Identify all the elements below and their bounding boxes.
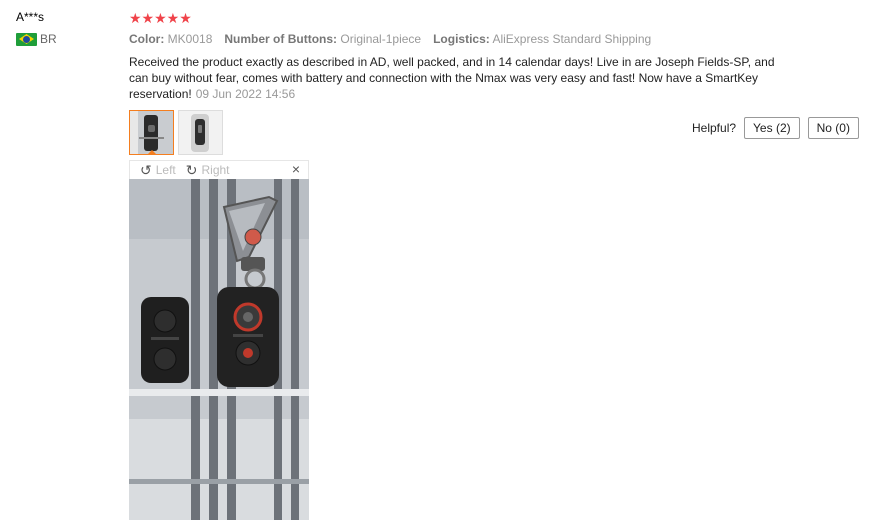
rotate-right-button[interactable]: Right ↻ Right xyxy=(186,162,230,179)
meta-color: Color: MK0018 xyxy=(129,32,213,46)
rotate-left-label: Left xyxy=(155,163,176,177)
helpful-no-button[interactable]: No (0) xyxy=(807,117,859,139)
review-text: Received the product exactly as describe… xyxy=(129,55,775,101)
review-meta: Color: MK0018 Number of Buttons: Origina… xyxy=(129,32,849,46)
meta-buttons: Number of Buttons: Original-1piece xyxy=(224,32,422,46)
country-code: BR xyxy=(40,32,57,46)
helpful-label: Helpful? xyxy=(692,121,737,135)
rotate-left-button[interactable]: ↺ Left xyxy=(140,162,176,179)
helpful-yes-button[interactable]: Yes (2) xyxy=(744,117,800,139)
review-photo-image xyxy=(129,179,309,520)
rating-stars-icon: ★★★★★ xyxy=(129,10,192,26)
review-thumbnail-2[interactable] xyxy=(178,110,223,155)
review-thumbnail-1[interactable] xyxy=(129,110,174,155)
reviewer-name: A***s xyxy=(16,10,45,24)
close-viewer-icon[interactable]: × xyxy=(292,161,300,177)
thumbnail-1-image xyxy=(130,111,173,154)
reviewer-country: BR xyxy=(16,32,57,46)
review-date: 09 Jun 2022 14:56 xyxy=(195,87,296,101)
rotate-left-icon: ↺ xyxy=(140,161,152,178)
helpful-section: Helpful? Yes (2) No (0) xyxy=(692,117,859,139)
reviewer-info: A***s BR xyxy=(16,10,57,46)
thumbnail-2-image xyxy=(179,111,222,154)
image-viewer-toolbar: ↺ Left Right ↻ Right × xyxy=(129,160,309,180)
rotate-right-label: Right xyxy=(201,163,230,177)
meta-logistics: Logistics: AliExpress Standard Shipping xyxy=(433,32,652,46)
review-photo-enlarged xyxy=(129,179,309,520)
brazil-flag-icon xyxy=(16,32,37,46)
rotate-right-glyph: ↻ xyxy=(185,161,198,178)
